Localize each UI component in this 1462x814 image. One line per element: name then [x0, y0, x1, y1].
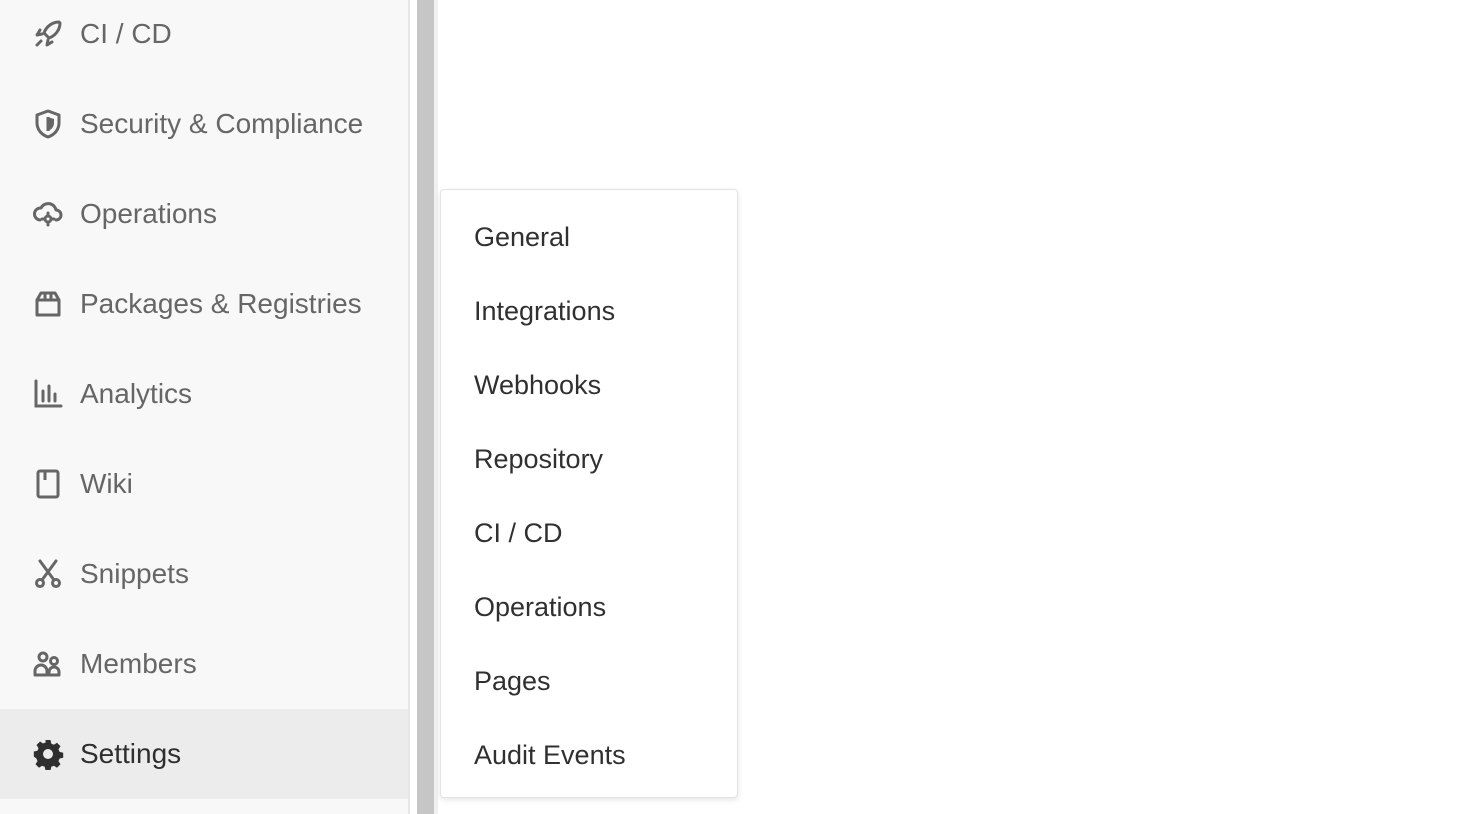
- shield-icon: [32, 108, 64, 140]
- sidebar-item-label: Security & Compliance: [80, 108, 364, 139]
- scrollbar-gutter: [434, 0, 438, 814]
- flyout-item-integrations[interactable]: Integrations: [441, 274, 737, 348]
- sidebar-item-operations[interactable]: Operations: [0, 169, 408, 259]
- sidebar-item-label: Operations: [80, 198, 217, 229]
- flyout-item-operations[interactable]: Operations: [441, 570, 737, 644]
- sidebar-item-ci-cd[interactable]: CI / CD: [0, 0, 408, 79]
- sidebar-scrollbar[interactable]: [417, 0, 434, 814]
- flyout-item-ci-cd[interactable]: CI / CD: [441, 496, 737, 570]
- chart-icon: [32, 378, 64, 410]
- sidebar-item-analytics[interactable]: Analytics: [0, 349, 408, 439]
- sidebar-item-label: Settings: [80, 738, 182, 769]
- sidebar-divider: [408, 0, 410, 814]
- sidebar-item-snippets[interactable]: Snippets: [0, 529, 408, 619]
- flyout-item-pages[interactable]: Pages: [441, 644, 737, 718]
- sidebar-item-wiki[interactable]: Wiki: [0, 439, 408, 529]
- sidebar-item-security-compliance[interactable]: Security & Compliance: [0, 79, 408, 169]
- package-icon: [32, 288, 64, 320]
- users-icon: [32, 648, 64, 680]
- flyout-item-repository[interactable]: Repository: [441, 422, 737, 496]
- settings-flyout-menu: General Integrations Webhooks Repository…: [440, 189, 738, 798]
- sidebar-item-label: Members: [80, 648, 197, 679]
- sidebar-item-label: CI / CD: [80, 18, 172, 49]
- sidebar-item-members[interactable]: Members: [0, 619, 408, 709]
- sidebar: CI / CD Security & Compliance Operations: [0, 0, 408, 814]
- sidebar-item-settings[interactable]: Settings: [0, 709, 408, 799]
- sidebar-item-label: Analytics: [80, 378, 193, 409]
- sidebar-item-label: Snippets: [80, 558, 189, 589]
- cloud-gear-icon: [32, 198, 64, 230]
- book-icon: [32, 468, 64, 500]
- flyout-item-webhooks[interactable]: Webhooks: [441, 348, 737, 422]
- rocket-icon: [32, 18, 64, 50]
- scissors-icon: [32, 558, 64, 590]
- flyout-item-audit-events[interactable]: Audit Events: [441, 718, 737, 792]
- flyout-item-general[interactable]: General: [441, 200, 737, 274]
- gear-icon: [32, 738, 64, 770]
- sidebar-item-label: Packages & Registries: [80, 288, 362, 319]
- sidebar-item-packages-registries[interactable]: Packages & Registries: [0, 259, 408, 349]
- sidebar-item-label: Wiki: [80, 468, 133, 499]
